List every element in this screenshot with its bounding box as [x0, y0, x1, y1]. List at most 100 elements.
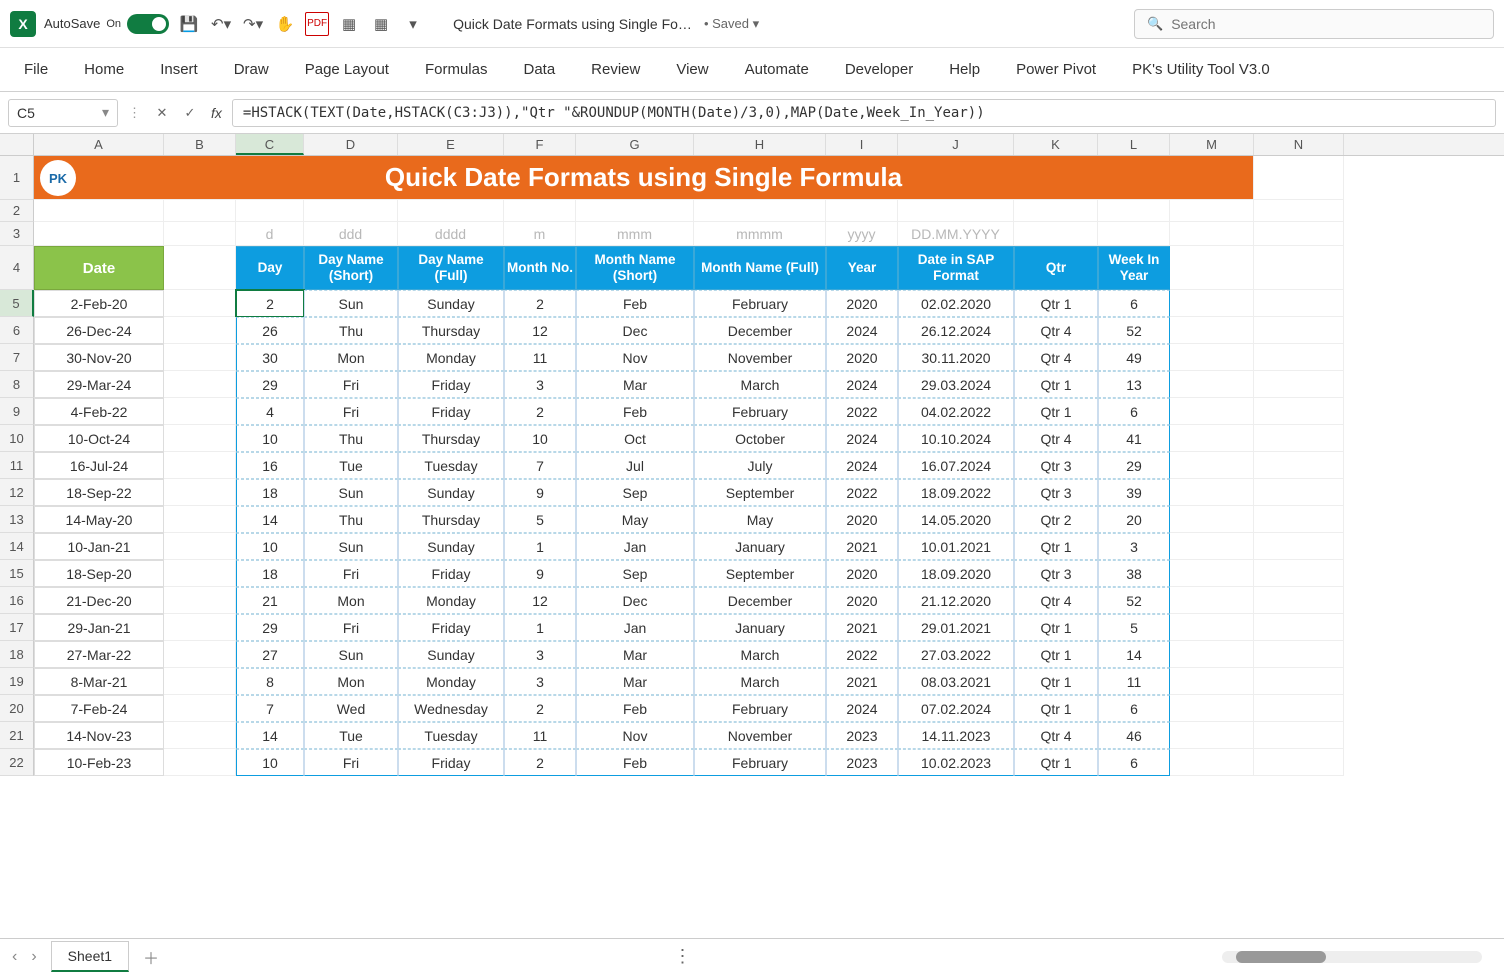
date-cell[interactable]: 4-Feb-22 [34, 398, 164, 425]
cell[interactable] [1254, 222, 1344, 246]
table-cell[interactable]: 18 [236, 560, 304, 587]
table-cell[interactable]: Sunday [398, 533, 504, 560]
row-header-19[interactable]: 19 [0, 668, 34, 695]
table-cell[interactable]: 4 [236, 398, 304, 425]
table-cell[interactable]: Feb [576, 695, 694, 722]
cell[interactable] [1254, 506, 1344, 533]
autosave-toggle[interactable]: AutoSave On [44, 14, 169, 34]
table-cell[interactable]: 2024 [826, 695, 898, 722]
cell[interactable] [1170, 344, 1254, 371]
table-cell[interactable]: Nov [576, 344, 694, 371]
redo-icon[interactable]: ↷▾ [241, 12, 265, 36]
sheet-nav-prev-icon[interactable]: ‹ [12, 948, 17, 966]
table-cell[interactable]: Qtr 3 [1014, 479, 1098, 506]
cell[interactable] [1254, 398, 1344, 425]
table-cell[interactable]: 21 [236, 587, 304, 614]
cell[interactable] [1014, 200, 1098, 222]
table-cell[interactable]: Friday [398, 560, 504, 587]
saved-status[interactable]: • Saved ▾ [704, 16, 759, 32]
table-cell[interactable]: Dec [576, 317, 694, 344]
excel-app-icon[interactable]: X [10, 11, 36, 37]
undo-icon[interactable]: ↶▾ [209, 12, 233, 36]
table-cell[interactable]: 2024 [826, 317, 898, 344]
table-cell[interactable]: Qtr 4 [1014, 587, 1098, 614]
cell[interactable] [1170, 200, 1254, 222]
table-header[interactable]: Week In Year [1098, 246, 1170, 290]
row-header-7[interactable]: 7 [0, 344, 34, 371]
table-cell[interactable]: 2021 [826, 668, 898, 695]
table-cell[interactable]: March [694, 668, 826, 695]
table-cell[interactable]: 20 [1098, 506, 1170, 533]
table-header[interactable]: Month Name (Full) [694, 246, 826, 290]
table-cell[interactable]: 6 [1098, 398, 1170, 425]
row-header-8[interactable]: 8 [0, 371, 34, 398]
row-header-11[interactable]: 11 [0, 452, 34, 479]
table-cell[interactable]: 10 [236, 425, 304, 452]
table-cell[interactable]: Sep [576, 560, 694, 587]
cell[interactable] [164, 200, 236, 222]
table-cell[interactable]: 3 [1098, 533, 1170, 560]
cell[interactable] [1170, 452, 1254, 479]
cell[interactable] [1254, 614, 1344, 641]
statusbar-more-icon[interactable]: ⋮ [674, 946, 694, 967]
table-cell[interactable]: 2024 [826, 452, 898, 479]
table-cell[interactable]: Monday [398, 587, 504, 614]
table-cell[interactable]: Qtr 2 [1014, 506, 1098, 533]
table-cell[interactable]: 30 [236, 344, 304, 371]
table-cell[interactable]: 18.09.2020 [898, 560, 1014, 587]
spreadsheet-grid[interactable]: ABCDEFGHIJKLMN 1PKQuick Date Formats usi… [0, 134, 1504, 776]
table-cell[interactable]: Sun [304, 641, 398, 668]
date-cell[interactable]: 8-Mar-21 [34, 668, 164, 695]
cell[interactable] [164, 560, 236, 587]
cell[interactable] [164, 222, 236, 246]
table-cell[interactable]: Jan [576, 533, 694, 560]
table-cell[interactable]: Qtr 1 [1014, 614, 1098, 641]
table-cell[interactable]: Sun [304, 533, 398, 560]
column-header-H[interactable]: H [694, 134, 826, 155]
table-cell[interactable]: November [694, 722, 826, 749]
column-header-E[interactable]: E [398, 134, 504, 155]
table-cell[interactable]: 29 [236, 614, 304, 641]
cell[interactable] [164, 533, 236, 560]
table-header[interactable]: Day Name (Full) [398, 246, 504, 290]
table-cell[interactable]: Thursday [398, 506, 504, 533]
table-cell[interactable]: Nov [576, 722, 694, 749]
table-cell[interactable]: 14 [236, 722, 304, 749]
table-cell[interactable]: 14.11.2023 [898, 722, 1014, 749]
table-cell[interactable]: Qtr 3 [1014, 560, 1098, 587]
row-header-15[interactable]: 15 [0, 560, 34, 587]
table-cell[interactable]: Sunday [398, 290, 504, 317]
cell[interactable] [164, 479, 236, 506]
table-cell[interactable]: Sunday [398, 479, 504, 506]
sheet-tab[interactable]: Sheet1 [51, 941, 129, 972]
table-cell[interactable]: Jul [576, 452, 694, 479]
table-cell[interactable]: 6 [1098, 695, 1170, 722]
ribbon-tab-automate[interactable]: Automate [741, 51, 813, 88]
table-cell[interactable]: 10 [236, 533, 304, 560]
cell[interactable] [1254, 156, 1344, 200]
date-cell[interactable]: 10-Oct-24 [34, 425, 164, 452]
table-cell[interactable]: Tuesday [398, 452, 504, 479]
ribbon-tab-insert[interactable]: Insert [156, 51, 202, 88]
table-cell[interactable]: 29 [236, 371, 304, 398]
row-header-14[interactable]: 14 [0, 533, 34, 560]
table-header[interactable]: Month Name (Short) [576, 246, 694, 290]
cell[interactable] [164, 290, 236, 317]
table-cell[interactable]: Tue [304, 452, 398, 479]
table-cell[interactable]: December [694, 587, 826, 614]
cell[interactable] [164, 452, 236, 479]
table-cell[interactable]: 2023 [826, 749, 898, 776]
table-header[interactable]: Year [826, 246, 898, 290]
date-cell[interactable]: 10-Feb-23 [34, 749, 164, 776]
table-cell[interactable]: Monday [398, 344, 504, 371]
table-cell[interactable]: 2020 [826, 560, 898, 587]
ribbon-tab-help[interactable]: Help [945, 51, 984, 88]
row-header-9[interactable]: 9 [0, 398, 34, 425]
table-cell[interactable]: 04.02.2022 [898, 398, 1014, 425]
table-cell[interactable]: September [694, 560, 826, 587]
grid-icon[interactable]: ▦ [337, 12, 361, 36]
date-cell[interactable]: 18-Sep-22 [34, 479, 164, 506]
pdf-icon[interactable]: PDF [305, 12, 329, 36]
date-cell[interactable]: 29-Jan-21 [34, 614, 164, 641]
cell[interactable] [1254, 479, 1344, 506]
